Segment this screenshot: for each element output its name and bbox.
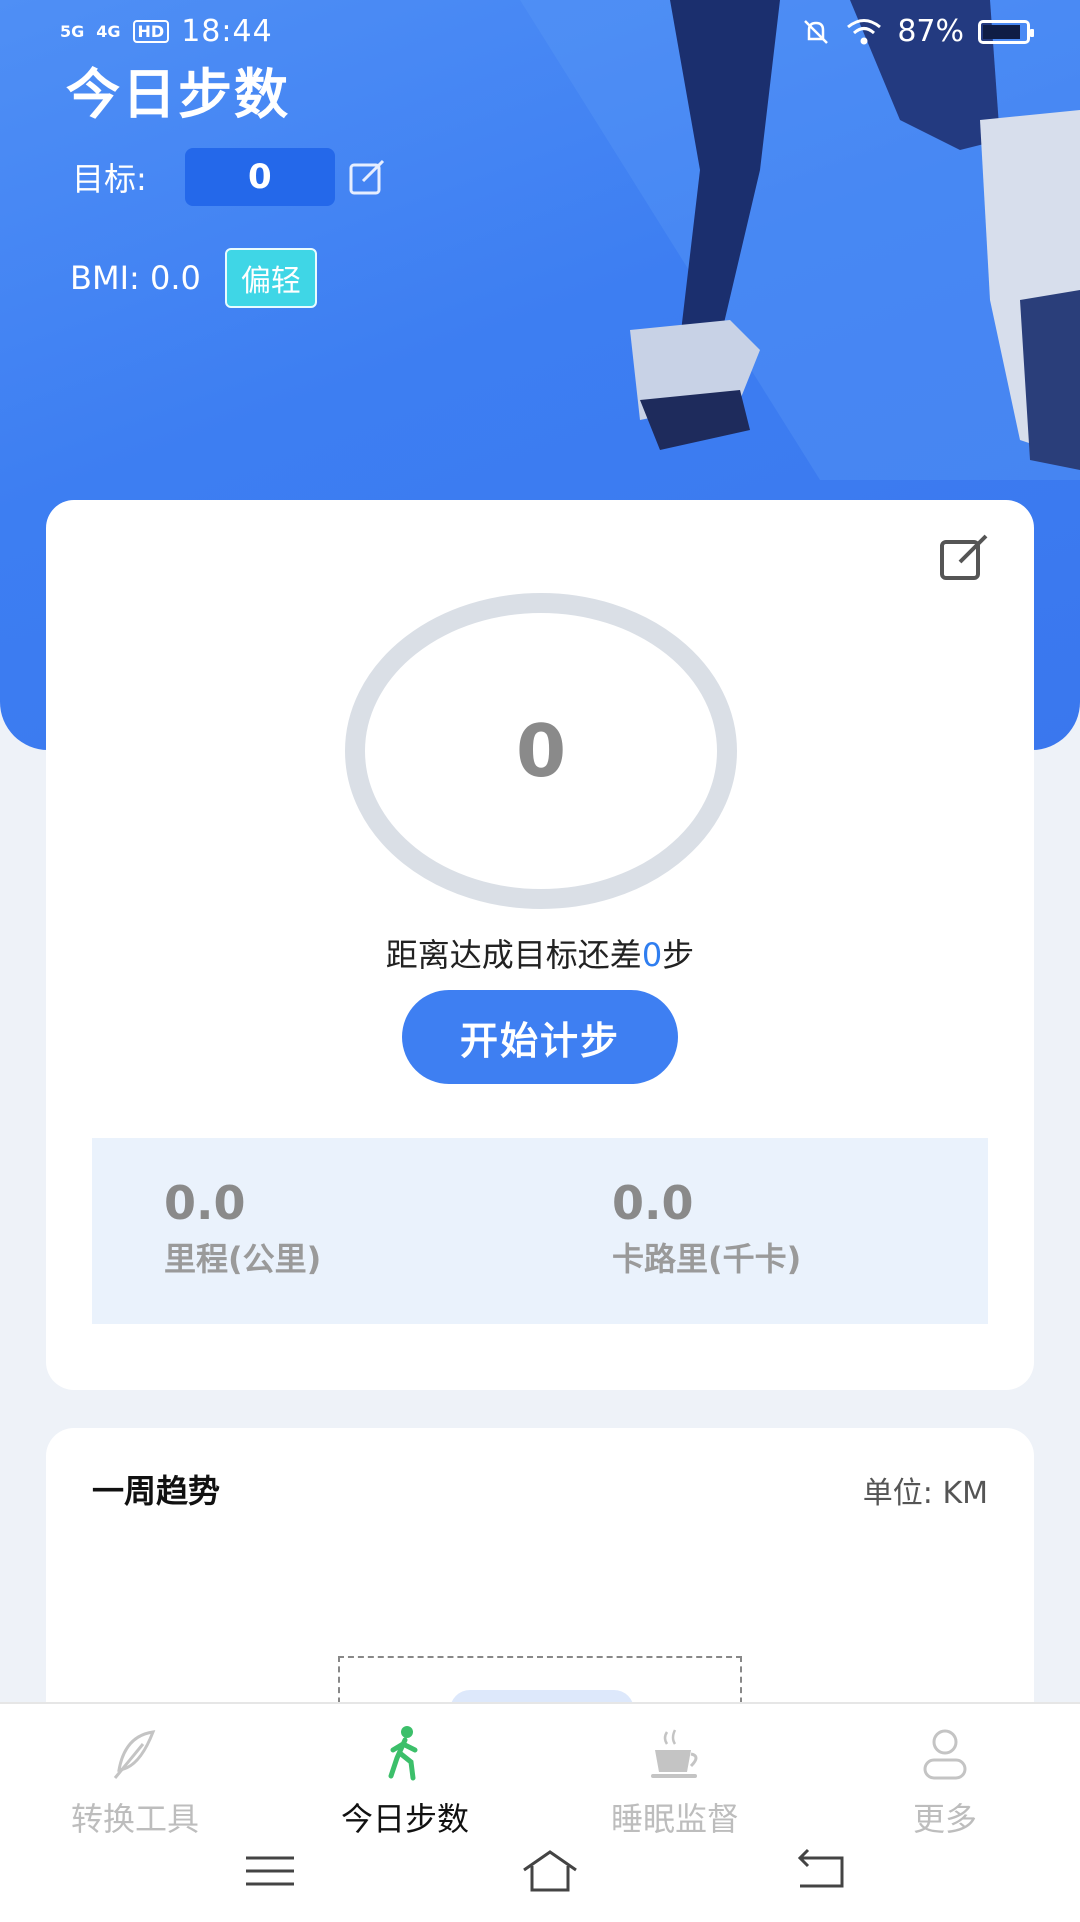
runner-illustration (520, 0, 1080, 480)
stats-panel: 0.0 里程(公里) 0.0 卡路里(千卡) (92, 1138, 988, 1324)
coffee-cup-icon (651, 1729, 698, 1778)
menu-icon[interactable] (240, 1846, 300, 1896)
tab-convert-tools[interactable]: 转换工具 (0, 1724, 270, 1840)
bmi-status-badge: 偏轻 (224, 248, 317, 308)
battery-icon (978, 19, 1034, 44)
tab-label: 睡眠监督 (610, 1800, 739, 1838)
calories-value: 0.0 (612, 1176, 694, 1230)
tab-label: 转换工具 (70, 1800, 199, 1838)
goal-label: 目标: (72, 160, 147, 198)
distance-value: 0.0 (164, 1176, 246, 1230)
steps-card: 0 距离达成目标还差0步 开始计步 0.0 里程(公里) 0.0 卡路里(千卡) (46, 500, 1034, 1390)
weekly-unit-label: 单位: KM (862, 1476, 988, 1511)
distance-label: 里程(公里) (164, 1240, 322, 1278)
edit-goal-icon[interactable] (345, 155, 389, 199)
hd-icon: HD (132, 20, 170, 43)
calories-stat: 0.0 卡路里(千卡) (612, 1176, 801, 1280)
bmi-row: BMI: 0.0 偏轻 (70, 248, 317, 308)
walking-person-icon (388, 1726, 418, 1781)
signal-5g-icon: 5G (60, 22, 85, 41)
status-time: 18:44 (181, 14, 273, 49)
mute-bell-icon (804, 19, 829, 44)
bmi-value: BMI: 0.0 (70, 259, 201, 297)
person-icon (923, 1729, 967, 1780)
tab-more[interactable]: 更多 (810, 1724, 1080, 1840)
tab-sleep-monitor[interactable]: 睡眠监督 (540, 1724, 810, 1840)
remaining-steps-text: 距离达成目标还差0步 (46, 930, 1034, 976)
steps-ring: 0 (344, 592, 738, 910)
steps-count: 0 (515, 709, 567, 793)
page-title: 今日步数 (66, 63, 290, 126)
back-icon[interactable] (792, 1846, 852, 1896)
weekly-trend-title: 一周趋势 (92, 1472, 221, 1510)
battery-percent: 87% (897, 14, 964, 49)
distance-stat: 0.0 里程(公里) (164, 1176, 321, 1280)
bottom-tab-bar: 转换工具 今日步数 睡眠监督 更多 (0, 1702, 1080, 1922)
home-icon[interactable] (510, 1846, 590, 1896)
goal-value-field[interactable]: 0 (184, 148, 335, 206)
tab-label: 今日步数 (340, 1800, 469, 1838)
calories-label: 卡路里(千卡) (612, 1240, 802, 1278)
edit-icon[interactable] (938, 532, 990, 584)
wifi-icon (847, 18, 882, 44)
tab-today-steps[interactable]: 今日步数 (270, 1724, 540, 1840)
goal-row: 目标: 0 (72, 148, 389, 206)
tab-label: 更多 (912, 1800, 977, 1838)
remain-prefix: 距离达成目标还差 (385, 936, 642, 974)
feather-icon (113, 1730, 156, 1779)
system-nav-bar (0, 1846, 1080, 1906)
remain-suffix: 步 (662, 936, 695, 974)
remain-value: 0 (641, 936, 663, 974)
signal-4g-icon: 4G (96, 22, 121, 41)
start-counting-button[interactable]: 开始计步 (402, 990, 678, 1084)
